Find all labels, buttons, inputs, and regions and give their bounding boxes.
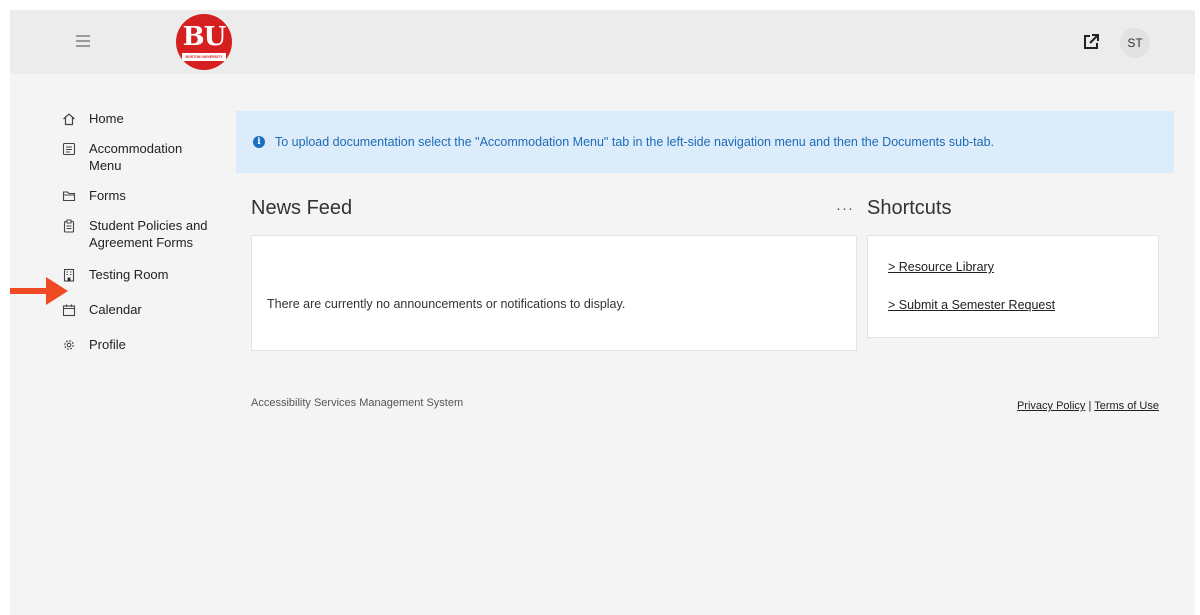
banner-text: To upload documentation select the "Acco… — [275, 135, 995, 149]
sidebar-item-label: Testing Room — [89, 267, 169, 282]
more-options-icon[interactable]: ··· — [836, 200, 854, 217]
sidebar-item-label: Student Policies and Agreement Forms — [89, 218, 208, 250]
sidebar-item-forms[interactable]: Forms — [62, 187, 237, 204]
calendar-icon — [62, 304, 76, 317]
shortcuts-title: Shortcuts — [867, 197, 952, 219]
resource-library-link[interactable]: > Resource Library — [888, 260, 994, 274]
university-logo[interactable]: BU BOSTON UNIVERSITY — [176, 14, 232, 70]
news-feed-title: News Feed — [251, 197, 353, 219]
sidebar-item-accommodation-menu[interactable]: Accommodation Menu — [62, 140, 237, 174]
sidebar-item-profile[interactable]: Profile — [62, 336, 237, 353]
sidebar-item-home[interactable]: Home — [62, 110, 237, 127]
footer-app-name: Accessibility Services Management System — [251, 397, 464, 409]
sidebar-item-calendar[interactable]: Calendar — [62, 301, 237, 318]
top-bar: BU BOSTON UNIVERSITY ST — [10, 10, 1195, 74]
gear-icon — [64, 340, 74, 350]
home-icon — [63, 113, 75, 126]
sidebar-item-student-policies[interactable]: Student Policies and Agreement Forms — [62, 217, 237, 251]
external-link-icon[interactable] — [1081, 32, 1101, 52]
semester-request-link[interactable]: > Submit a Semester Request — [888, 298, 1055, 312]
clipboard-icon — [63, 219, 75, 233]
news-empty-message: There are currently no announcements or … — [267, 297, 626, 311]
building-icon — [63, 268, 75, 282]
sidebar-item-label: Home — [89, 111, 124, 126]
accommodation-icon — [62, 142, 76, 156]
logo-band: BOSTON UNIVERSITY — [182, 52, 226, 61]
footer-separator: | — [1085, 400, 1095, 412]
sidebar-item-label: Profile — [89, 337, 126, 352]
folder-icon — [62, 191, 76, 202]
info-icon: i — [253, 136, 265, 148]
logo-letters: BU — [182, 21, 227, 52]
hamburger-icon[interactable] — [76, 35, 90, 47]
privacy-policy-link[interactable]: Privacy Policy — [1017, 400, 1085, 412]
sidebar-item-testing-room[interactable]: Testing Room — [62, 266, 237, 283]
avatar[interactable]: ST — [1120, 28, 1150, 58]
logo-subtext: BOSTON UNIVERSITY — [185, 54, 223, 59]
sidebar-item-label: Forms — [89, 188, 126, 203]
info-banner: i To upload documentation select the "Ac… — [236, 111, 1174, 173]
footer-links: Privacy Policy | Terms of Use — [1017, 400, 1159, 412]
shortcuts-card: > Resource Library > Submit a Semester R… — [867, 235, 1159, 338]
news-feed-card: There are currently no announcements or … — [251, 235, 857, 351]
terms-of-use-link[interactable]: Terms of Use — [1094, 400, 1159, 412]
app-frame: BU BOSTON UNIVERSITY ST Home Accommodati… — [10, 10, 1195, 615]
sidebar-item-label: Calendar — [89, 302, 142, 317]
sidebar-nav: Home Accommodation Menu Forms Student Po… — [62, 110, 237, 353]
sidebar-item-label: Accommodation Menu — [89, 141, 183, 173]
